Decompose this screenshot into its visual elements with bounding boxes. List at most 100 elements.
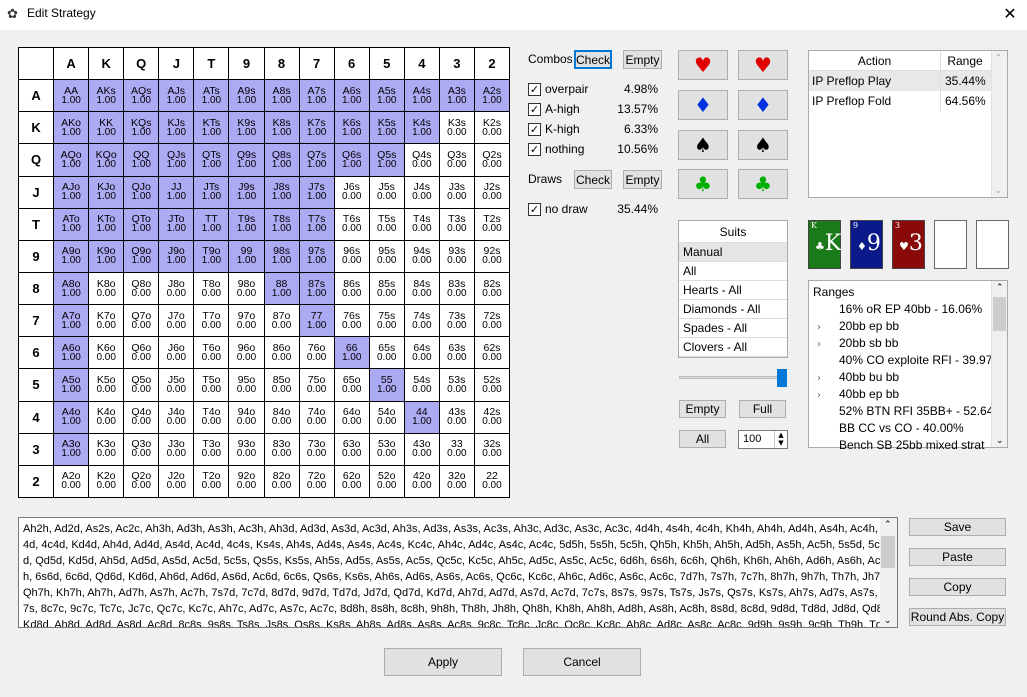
hand-cell[interactable]: Q7s 1.00 <box>299 144 334 176</box>
hand-cell[interactable]: 42s 0.00 <box>474 401 509 433</box>
hand-cell[interactable]: 97o 0.00 <box>229 305 264 337</box>
chevron-right-icon[interactable]: › <box>817 336 831 352</box>
suits-item-hearts[interactable]: Hearts - All <box>679 281 787 300</box>
hand-cell[interactable]: J4o 0.00 <box>159 401 194 433</box>
empty-card-slot[interactable] <box>976 220 1009 269</box>
hand-cell[interactable]: T7o 0.00 <box>194 305 229 337</box>
spin-arrows-icon[interactable]: ▲ ▼ <box>774 431 787 448</box>
combo-checkbox[interactable]: ✓ <box>528 123 541 136</box>
action-table-scrollbar[interactable]: ⌃ ⌄ <box>991 51 1007 197</box>
chevron-down-icon[interactable]: ⌄ <box>996 435 1004 446</box>
suits-item-all[interactable]: All <box>679 262 787 281</box>
hand-cell[interactable]: T2o 0.00 <box>194 465 229 497</box>
hand-cell[interactable]: 42o 0.00 <box>404 465 439 497</box>
hand-cell[interactable]: Q3o 0.00 <box>124 433 159 465</box>
hand-cell[interactable]: 94o 0.00 <box>229 401 264 433</box>
table-row[interactable]: IP Preflop Play 35.44% <box>809 71 1007 91</box>
hearts-right-button[interactable]: ♥ <box>738 50 788 80</box>
save-button[interactable]: Save <box>909 518 1006 536</box>
hand-cell[interactable]: KTo 1.00 <box>89 208 124 240</box>
hand-cell[interactable]: A6s 1.00 <box>334 80 369 112</box>
hand-cell[interactable]: Q5o 0.00 <box>124 369 159 401</box>
hand-cell[interactable]: ATs 1.00 <box>194 80 229 112</box>
suits-item-clovers[interactable]: Clovers - All <box>679 338 787 357</box>
hand-cell[interactable]: Q5s 1.00 <box>369 144 404 176</box>
range-item[interactable]: Bench SB 25bb mixed strat <box>809 437 1007 454</box>
hand-cell[interactable]: 74s 0.00 <box>404 305 439 337</box>
board-card[interactable]: K ♣K <box>808 220 841 269</box>
round-abs-copy-button[interactable]: Round Abs. Copy <box>909 608 1006 626</box>
hand-cell[interactable]: 43o 0.00 <box>404 433 439 465</box>
hand-cell[interactable]: KJs 1.00 <box>159 112 194 144</box>
hand-cell[interactable]: JTo 1.00 <box>159 208 194 240</box>
diamonds-left-button[interactable]: ♦ <box>678 90 728 120</box>
hand-cell[interactable]: T9s 1.00 <box>229 208 264 240</box>
range-item[interactable]: 16% oR EP 40bb - 16.06% <box>809 301 1007 318</box>
hand-cell[interactable]: 98s 1.00 <box>264 240 299 272</box>
hand-cell[interactable]: ATo 1.00 <box>54 208 89 240</box>
hand-cell[interactable]: AJs 1.00 <box>159 80 194 112</box>
hand-cell[interactable]: 93s 0.00 <box>439 240 474 272</box>
hand-cell[interactable]: J2s 0.00 <box>474 176 509 208</box>
hand-cell[interactable]: 43s 0.00 <box>439 401 474 433</box>
hand-cell[interactable]: K4s 1.00 <box>404 112 439 144</box>
hand-cell[interactable]: J6o 0.00 <box>159 337 194 369</box>
hand-cell[interactable]: A3s 1.00 <box>439 80 474 112</box>
hand-cell[interactable]: 76o 0.00 <box>299 337 334 369</box>
clubs-left-button[interactable]: ♣ <box>678 169 728 199</box>
hand-cell[interactable]: A4s 1.00 <box>404 80 439 112</box>
hand-cell[interactable]: JJ 1.00 <box>159 176 194 208</box>
hand-cell[interactable]: K9s 1.00 <box>229 112 264 144</box>
weight-spinbox[interactable]: 100 ▲ ▼ <box>738 430 788 449</box>
hand-cell[interactable]: T7s 1.00 <box>299 208 334 240</box>
empty-button[interactable]: Empty <box>679 400 726 418</box>
range-item[interactable]: › 20bb sb bb <box>809 335 1007 352</box>
hand-cell[interactable]: K3s 0.00 <box>439 112 474 144</box>
hand-cell[interactable]: T9o 1.00 <box>194 240 229 272</box>
hand-cell[interactable]: T5o 0.00 <box>194 369 229 401</box>
hand-cell[interactable]: K2s 0.00 <box>474 112 509 144</box>
close-button[interactable]: ✕ <box>998 3 1022 25</box>
hand-cell[interactable]: 77 1.00 <box>299 305 334 337</box>
hand-cell[interactable]: 33 0.00 <box>439 433 474 465</box>
hand-cell[interactable]: QTs 1.00 <box>194 144 229 176</box>
hand-cell[interactable]: A7s 1.00 <box>299 80 334 112</box>
hand-cell[interactable]: A4o 1.00 <box>54 401 89 433</box>
ranges-scrollbar[interactable]: ⌃ ⌄ <box>991 281 1007 447</box>
hand-cell[interactable]: T5s 0.00 <box>369 208 404 240</box>
combo-text-scrollbar[interactable]: ⌃ ⌄ <box>880 518 897 627</box>
hand-cell[interactable]: J3s 0.00 <box>439 176 474 208</box>
suits-item-spades[interactable]: Spades - All <box>679 319 787 338</box>
hand-cell[interactable]: K5s 1.00 <box>369 112 404 144</box>
chevron-right-icon[interactable]: › <box>817 387 831 403</box>
hand-cell[interactable]: KTs 1.00 <box>194 112 229 144</box>
hand-cell[interactable]: K6o 0.00 <box>89 337 124 369</box>
hand-cell[interactable]: A9s 1.00 <box>229 80 264 112</box>
hand-cell[interactable]: T6s 0.00 <box>334 208 369 240</box>
hand-cell[interactable]: T3o 0.00 <box>194 433 229 465</box>
range-item[interactable]: › 40bb ep bb <box>809 386 1007 403</box>
hand-cell[interactable]: T2s 0.00 <box>474 208 509 240</box>
chevron-up-icon[interactable]: ⌃ <box>884 519 892 530</box>
hand-cell[interactable]: 65s 0.00 <box>369 337 404 369</box>
cancel-button[interactable]: Cancel <box>523 648 641 676</box>
draws-empty-button[interactable]: Empty <box>623 170 662 189</box>
hand-cell[interactable]: Q6o 0.00 <box>124 337 159 369</box>
hand-cell[interactable]: KQo 1.00 <box>89 144 124 176</box>
hand-cell[interactable]: QQ 1.00 <box>124 144 159 176</box>
scrollbar-thumb[interactable] <box>993 297 1006 331</box>
hand-cell[interactable]: A3o 1.00 <box>54 433 89 465</box>
chevron-right-icon[interactable]: › <box>817 319 831 335</box>
combo-checkbox[interactable]: ✓ <box>528 103 541 116</box>
hand-cell[interactable]: Q3s 0.00 <box>439 144 474 176</box>
hand-cell[interactable]: TT 1.00 <box>194 208 229 240</box>
hand-cell[interactable]: J7o 0.00 <box>159 305 194 337</box>
hand-cell[interactable]: 86o 0.00 <box>264 337 299 369</box>
hand-cell[interactable]: 52s 0.00 <box>474 369 509 401</box>
hand-cell[interactable]: 63s 0.00 <box>439 337 474 369</box>
hand-cell[interactable]: 87o 0.00 <box>264 305 299 337</box>
hand-cell[interactable]: K5o 0.00 <box>89 369 124 401</box>
spades-left-button[interactable]: ♠ <box>678 130 728 160</box>
hand-cell[interactable]: J7s 1.00 <box>299 176 334 208</box>
hand-cell[interactable]: A6o 1.00 <box>54 337 89 369</box>
